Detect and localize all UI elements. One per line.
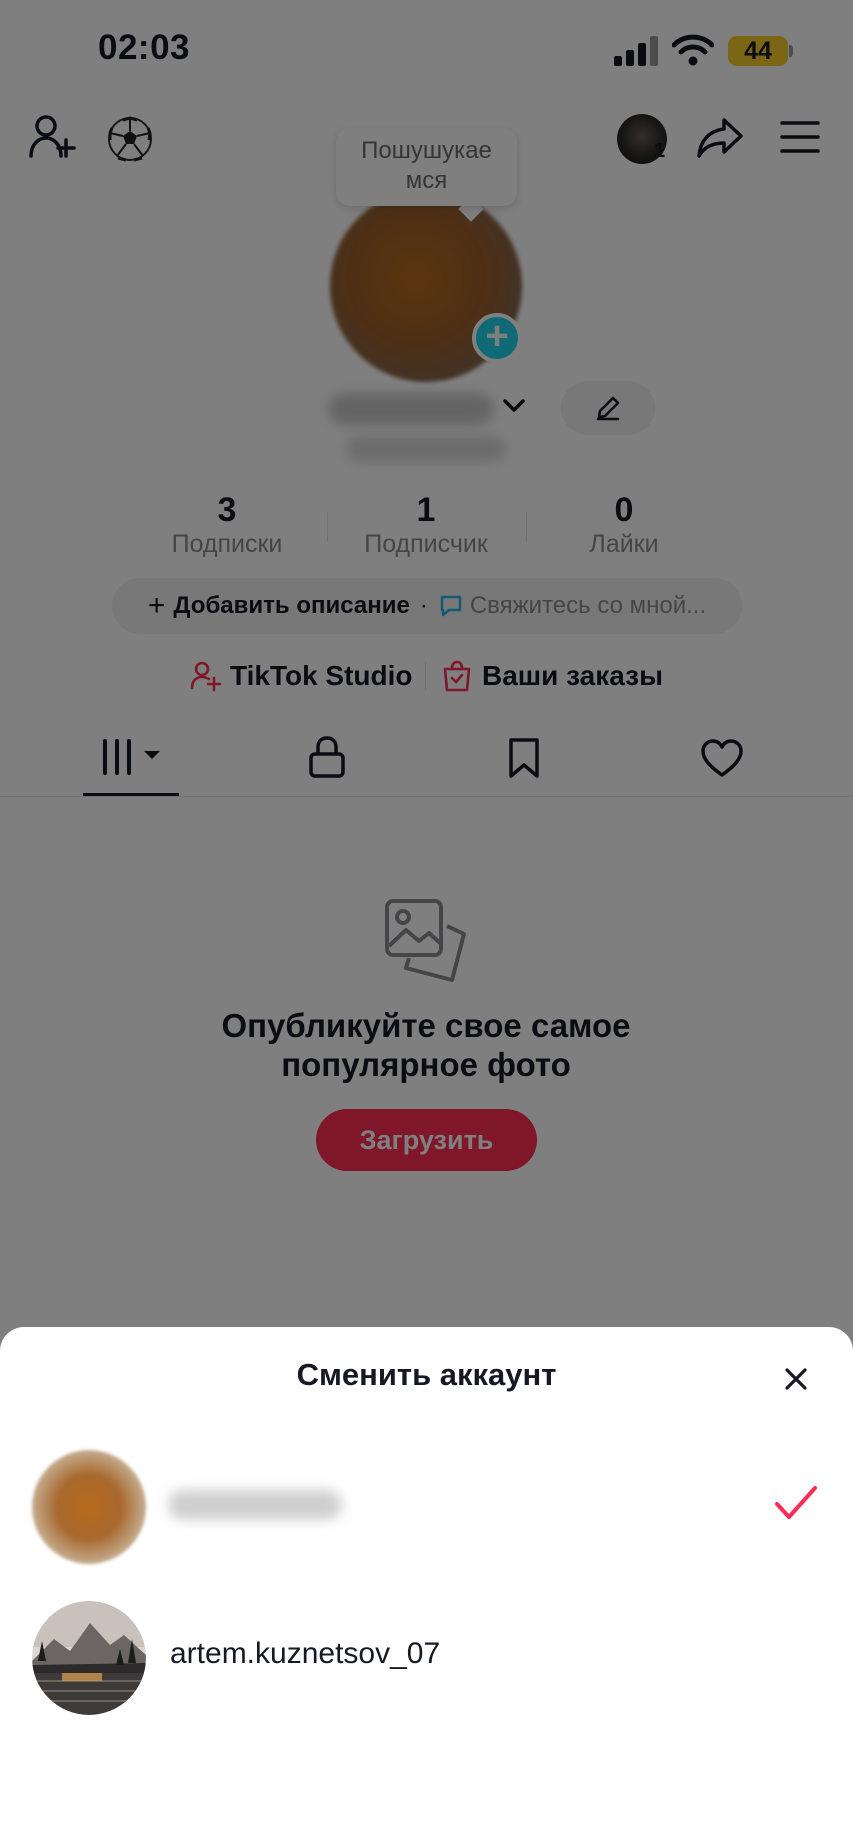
switch-account-sheet bbox=[0, 1327, 853, 1844]
sheet-title: Сменить аккаунт bbox=[296, 1357, 557, 1392]
account-name-blurred bbox=[168, 1490, 342, 1520]
close-icon[interactable] bbox=[779, 1362, 813, 1396]
account-avatar bbox=[32, 1450, 146, 1564]
account-avatar bbox=[32, 1601, 146, 1715]
checkmark-icon bbox=[775, 1486, 817, 1519]
account-name: artem.kuznetsov_07 bbox=[170, 1637, 441, 1670]
